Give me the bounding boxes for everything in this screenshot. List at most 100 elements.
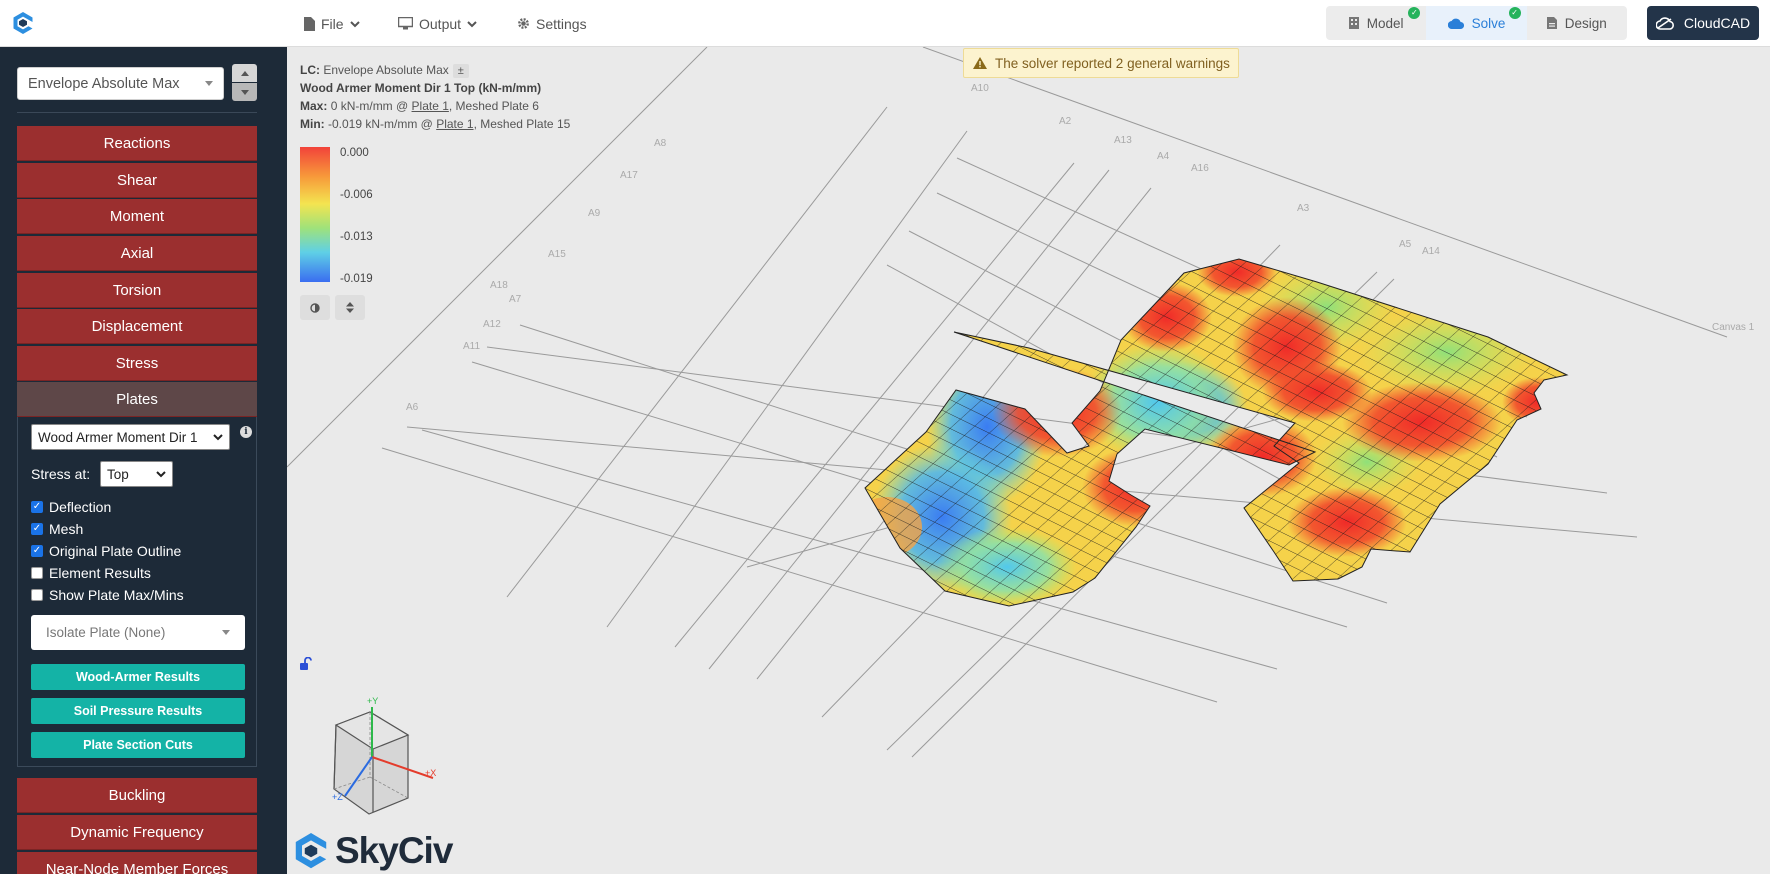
skyciv-wordmark: SkyCiv	[335, 830, 453, 871]
cloudcad-button[interactable]: CloudCAD	[1647, 6, 1759, 40]
cloud-icon	[1447, 18, 1464, 29]
file-menu-label: File	[321, 15, 344, 32]
shear-button[interactable]: Shear	[17, 163, 257, 198]
caret-down-icon	[222, 630, 230, 635]
tab-solve[interactable]: Solve ✓	[1426, 6, 1527, 40]
min-label: Min:	[300, 117, 325, 131]
skyciv-logo-icon	[295, 833, 327, 869]
load-case-stepper[interactable]	[232, 64, 257, 101]
workflow-tabs: Model ✓ Solve ✓ Design	[1326, 6, 1627, 40]
axis-label: A3	[1297, 203, 1310, 214]
plate-section-cuts-button[interactable]: Plate Section Cuts	[31, 732, 245, 758]
tab-model-label: Model	[1366, 15, 1404, 31]
tab-model[interactable]: Model ✓	[1326, 6, 1426, 40]
gear-icon	[518, 18, 529, 29]
chevron-down-icon	[467, 20, 477, 27]
step-down-button[interactable]	[232, 83, 257, 101]
tab-design[interactable]: Design	[1527, 6, 1627, 40]
plates-button[interactable]: Plates	[17, 382, 257, 417]
mesh-checkbox[interactable]: ✓ Mesh	[31, 521, 83, 537]
axis-label: A11	[463, 341, 480, 352]
axial-button[interactable]: Axial	[17, 236, 257, 271]
isolate-plate-select[interactable]: Isolate Plate (None)	[31, 615, 245, 650]
show-plate-max-mins-checkbox[interactable]: Show Plate Max/Mins	[31, 587, 184, 603]
torsion-button[interactable]: Torsion	[17, 273, 257, 308]
3d-viewport[interactable]: A10 A2 A13 A4 A16 A8 A17 A9 A3 A15 A5 A1…	[287, 47, 1770, 874]
file-icon	[304, 16, 315, 31]
warning-text: The solver reported 2 general warnings	[995, 55, 1230, 71]
axis-label: A18	[490, 280, 508, 291]
axis-label: A12	[483, 319, 501, 330]
buckling-button[interactable]: Buckling	[17, 778, 257, 813]
axis-label: A7	[509, 294, 522, 305]
load-case-value: Envelope Absolute Max	[28, 75, 180, 92]
stress-button[interactable]: Stress	[17, 346, 257, 381]
load-case-select[interactable]: Envelope Absolute Max	[17, 67, 224, 100]
lc-value: Envelope Absolute Max	[323, 63, 449, 77]
element-results-checkbox[interactable]: Element Results	[31, 565, 151, 581]
tab-design-label: Design	[1564, 15, 1607, 31]
z-axis-label: +Z	[332, 792, 343, 802]
canvas-tag: Canvas 1	[1712, 322, 1755, 333]
cloudcad-label: CloudCAD	[1683, 15, 1751, 31]
info-icon[interactable]: i	[240, 426, 252, 438]
axis-label: A16	[1191, 163, 1209, 174]
moment-button[interactable]: Moment	[17, 199, 257, 234]
original-plate-outline-checkbox[interactable]: ✓ Original Plate Outline	[31, 543, 181, 559]
output-menu[interactable]: Output	[398, 0, 477, 47]
result-type-value: Wood Armer Moment Dir 1	[38, 429, 198, 445]
settings-menu-label: Settings	[536, 15, 587, 32]
max-plate-link[interactable]: Plate 1	[412, 99, 449, 113]
checkbox-checked-icon: ✓	[31, 523, 43, 535]
max-label: Max:	[300, 99, 328, 113]
check-icon: ✓	[1508, 7, 1521, 19]
axis-label: A15	[548, 249, 566, 260]
plates-panel: Wood Armer Moment Dir 1 i Stress at: Top…	[17, 417, 257, 767]
color-legend	[300, 147, 330, 282]
lc-label: LC:	[300, 63, 320, 77]
max-value: 0 kN-m/mm @	[330, 99, 412, 113]
building-icon	[1348, 17, 1359, 29]
result-type-select[interactable]: Wood Armer Moment Dir 1	[31, 424, 230, 450]
deflection-label: Deflection	[49, 499, 112, 515]
sort-toggle-button[interactable]	[335, 295, 365, 320]
min-value: -0.019 kN-m/mm @	[328, 117, 437, 131]
min-meshed-plate: , Meshed Plate 15	[473, 117, 571, 131]
app-logo-icon[interactable]	[10, 10, 36, 36]
step-up-button[interactable]	[232, 64, 257, 82]
result-info: LC: Envelope Absolute Max ± Wood Armer Mo…	[300, 61, 570, 133]
dynamic-frequency-button[interactable]: Dynamic Frequency	[17, 815, 257, 850]
isolate-plate-placeholder: Isolate Plate (None)	[46, 625, 166, 640]
element-results-label: Element Results	[49, 565, 151, 581]
stress-at-select[interactable]: Top	[100, 461, 173, 487]
checkbox-unchecked-icon	[31, 567, 43, 579]
skyciv-logo: SkyCiv	[293, 830, 453, 872]
chevron-down-icon	[349, 20, 360, 27]
near-node-member-forces-button[interactable]: Near-Node Member Forces	[17, 852, 257, 874]
deflection-checkbox[interactable]: ✓ Deflection	[31, 499, 111, 515]
axis-label: A10	[971, 83, 989, 94]
legend-label: -0.013	[340, 231, 373, 243]
unlock-icon[interactable]	[299, 657, 313, 671]
cloudcad-icon	[1655, 16, 1674, 30]
lc-toggle-button[interactable]: ±	[452, 64, 469, 78]
min-plate-link[interactable]: Plate 1	[436, 117, 473, 131]
file-menu[interactable]: File	[304, 0, 360, 47]
monitor-icon	[398, 17, 413, 30]
contrast-toggle-button[interactable]	[300, 295, 330, 320]
settings-menu[interactable]: Settings	[517, 0, 587, 47]
soil-pressure-results-button[interactable]: Soil Pressure Results	[31, 698, 245, 724]
warning-icon	[973, 57, 987, 69]
displacement-button[interactable]: Displacement	[17, 309, 257, 344]
wood-armer-results-button[interactable]: Wood-Armer Results	[31, 664, 245, 690]
divider	[17, 112, 257, 113]
reactions-button[interactable]: Reactions	[17, 126, 257, 161]
plate-contour	[865, 259, 1567, 606]
checkbox-unchecked-icon	[31, 589, 43, 601]
axis-label: A9	[588, 208, 601, 219]
view-cube[interactable]: +Y +X +Z	[332, 696, 436, 815]
tab-solve-label: Solve	[1471, 15, 1506, 31]
result-title: Wood Armer Moment Dir 1 Top (kN-m/mm)	[300, 81, 542, 95]
axis-label: A17	[620, 170, 638, 181]
solver-warning-banner[interactable]: The solver reported 2 general warnings	[963, 48, 1239, 78]
